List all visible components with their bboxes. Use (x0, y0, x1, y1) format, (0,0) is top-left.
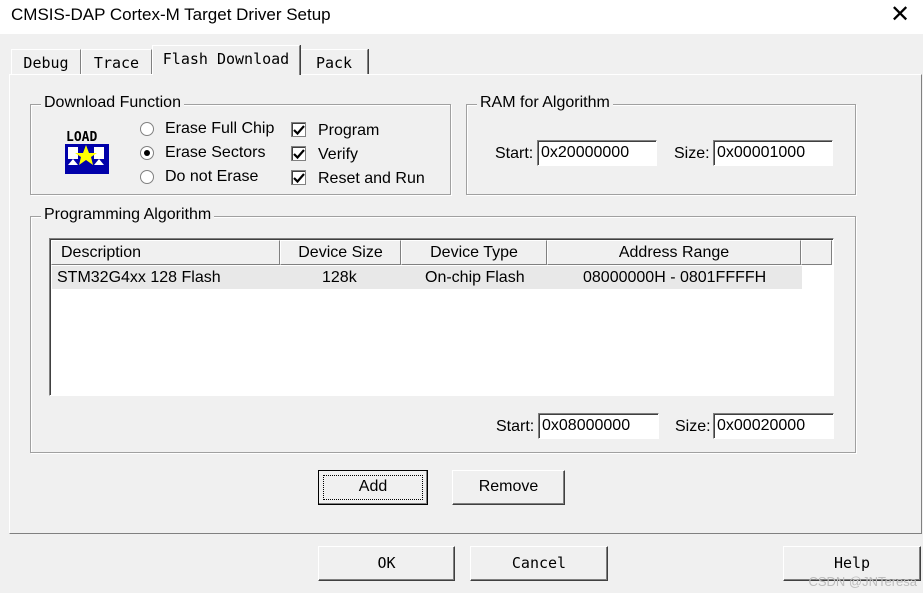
reset-and-run-label: Reset and Run (318, 170, 425, 187)
erase-sectors-label: Erase Sectors (165, 144, 266, 161)
ram-size-label: Size: (674, 145, 710, 162)
ram-start-field[interactable]: 0x20000000 (537, 140, 657, 166)
algorithm-size-field[interactable]: 0x00020000 (713, 413, 834, 439)
row-device-size: 128k (322, 269, 357, 286)
row-device-type: On-chip Flash (425, 269, 525, 286)
ram-for-algorithm-label: RAM for Algorithm (477, 94, 613, 112)
column-header-device-type[interactable]: Device Type (401, 240, 547, 265)
watermark: CSDN @JNTeresa (808, 574, 917, 589)
row-address-range: 08000000H - 0801FFFFH (583, 269, 767, 286)
erase-full-chip-label: Erase Full Chip (165, 120, 275, 137)
program-label: Program (318, 122, 380, 139)
download-function-label: Download Function (41, 94, 184, 112)
column-header-address-range[interactable]: Address Range (547, 240, 801, 265)
do-not-erase-label: Do not Erase (165, 168, 259, 185)
tab-pack[interactable]: Pack (300, 49, 368, 75)
title-bar: CMSIS-DAP Cortex-M Target Driver Setup ✕ (0, 0, 923, 34)
row-description: STM32G4xx 128 Flash (57, 269, 221, 286)
checkmark-icon (293, 173, 305, 184)
add-button[interactable]: Add (318, 470, 428, 505)
algorithm-list[interactable]: Description Device Size Device Type Addr… (49, 238, 834, 396)
programming-algorithm-label: Programming Algorithm (41, 206, 215, 224)
ram-start-label: Start: (495, 145, 534, 162)
verify-label: Verify (318, 146, 359, 163)
close-button[interactable]: ✕ (877, 0, 923, 34)
column-header-description[interactable]: Description (51, 240, 280, 265)
algorithm-size-label: Size: (675, 418, 711, 435)
erase-full-chip-radio[interactable] (140, 122, 154, 136)
program-checkbox[interactable] (291, 122, 306, 137)
erase-sectors-radio[interactable] (140, 146, 154, 160)
checkmark-icon (293, 149, 305, 160)
load-icon: LOAD (64, 127, 112, 175)
tab-flash-download[interactable]: Flash Download (152, 45, 300, 75)
tab-trace[interactable]: Trace (81, 49, 152, 75)
algorithm-start-field[interactable]: 0x08000000 (538, 413, 659, 439)
column-header-empty (801, 240, 832, 265)
focus-rect (323, 475, 423, 500)
checkmark-icon (293, 125, 305, 136)
window-title: CMSIS-DAP Cortex-M Target Driver Setup (11, 5, 331, 24)
remove-button[interactable]: Remove (452, 470, 565, 505)
cancel-button[interactable]: Cancel (470, 546, 608, 581)
ok-button[interactable]: OK (318, 546, 455, 581)
reset-and-run-checkbox[interactable] (291, 170, 306, 185)
do-not-erase-radio[interactable] (140, 170, 154, 184)
algorithm-start-label: Start: (496, 418, 535, 435)
svg-text:LOAD: LOAD (66, 130, 97, 145)
tab-debug[interactable]: Debug (11, 49, 81, 75)
ram-size-field[interactable]: 0x00001000 (713, 140, 833, 166)
verify-checkbox[interactable] (291, 146, 306, 161)
column-header-device-size[interactable]: Device Size (280, 240, 401, 265)
